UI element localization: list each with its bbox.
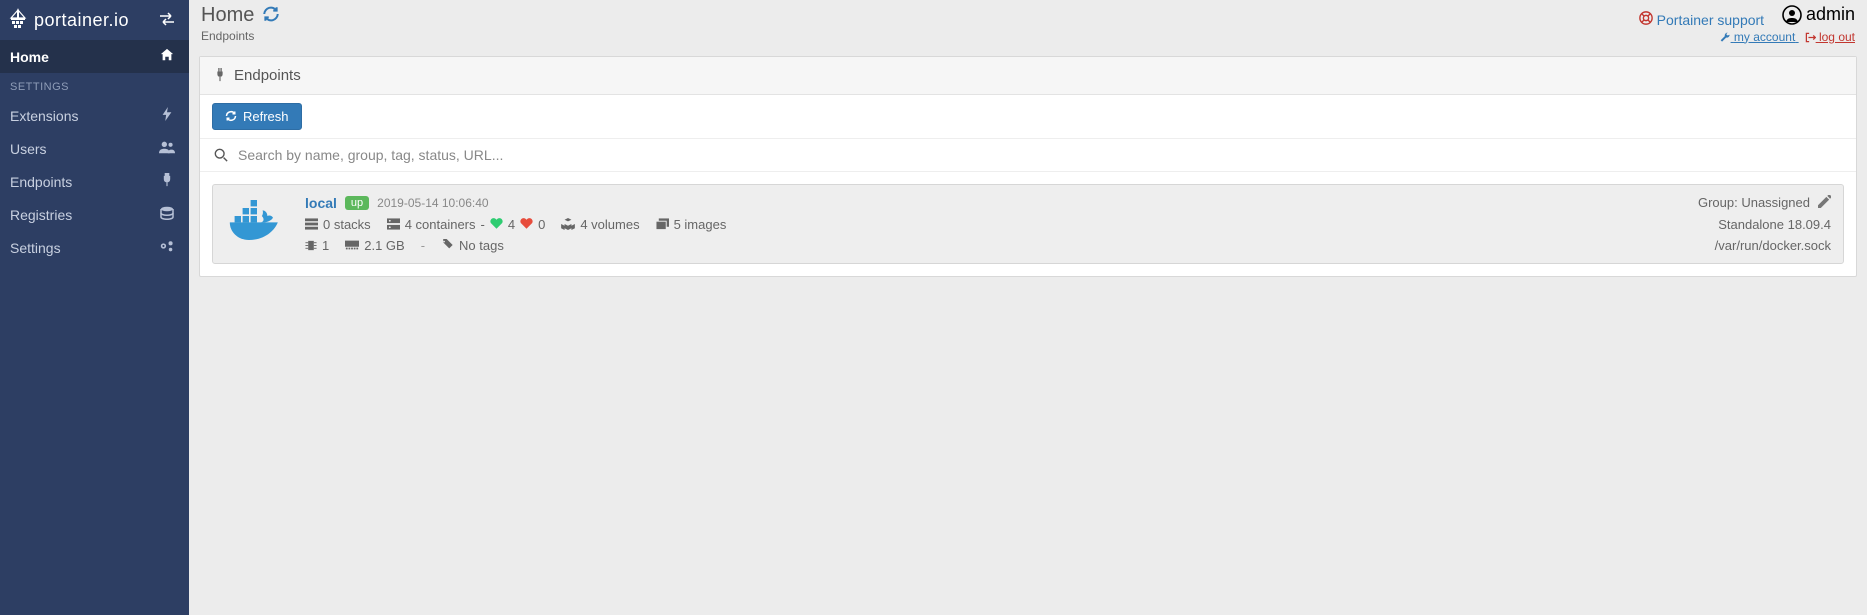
endpoint-name: local [305, 195, 337, 211]
main: Home Endpoints Portainer support admin [189, 0, 1867, 615]
endpoint-socket: /var/run/docker.sock [1698, 238, 1831, 253]
nav-settings[interactable]: Settings [0, 231, 189, 264]
sidebar-header: portainer.io [0, 0, 189, 40]
plug-icon [214, 68, 226, 82]
database-icon [159, 206, 175, 223]
panel-title: Endpoints [234, 67, 301, 84]
endpoint-item[interactable]: local up 2019-05-14 10:06:40 0 stacks 4 … [212, 184, 1844, 264]
endpoint-body: local up 2019-05-14 10:06:40 0 stacks 4 … [305, 195, 1682, 253]
nav-users[interactable]: Users [0, 132, 189, 165]
wrench-icon [1720, 32, 1731, 43]
support-link[interactable]: Portainer support [1639, 12, 1768, 28]
plug-icon [159, 173, 175, 190]
healthy-count: 4 [508, 217, 515, 232]
ram-stat: 2.1 GB [345, 238, 404, 253]
nav-section-settings: SETTINGS [0, 73, 189, 99]
endpoints-panel: Endpoints Refresh [199, 56, 1857, 277]
users-icon [159, 140, 175, 157]
cubes-icon [561, 218, 575, 230]
page-subtitle: Endpoints [201, 29, 1639, 43]
portainer-logo-icon [8, 7, 32, 33]
bolt-icon [159, 107, 175, 124]
status-badge: up [345, 196, 369, 210]
nav-endpoints[interactable]: Endpoints [0, 165, 189, 198]
logout-link[interactable]: log out [1805, 30, 1855, 44]
lifebuoy-icon [1639, 11, 1653, 25]
stacks-stat: 0 stacks [305, 217, 371, 232]
panel-toolbar: Refresh [200, 95, 1856, 139]
home-icon [159, 48, 175, 65]
topbar: Home Endpoints Portainer support admin [199, 0, 1857, 50]
nav-label: Registries [10, 207, 72, 223]
refresh-icon[interactable] [262, 5, 280, 26]
topbar-right: Portainer support admin my account log o… [1639, 4, 1855, 44]
tags-stat: No tags [441, 238, 504, 253]
search-input[interactable] [238, 147, 1842, 163]
cpu-stat: 1 [305, 238, 329, 253]
nav-label: Home [10, 49, 49, 65]
endpoint-group: Group: Unassigned [1698, 195, 1810, 210]
sign-out-icon [1805, 32, 1816, 43]
user-circle-icon [1782, 5, 1802, 25]
nav-home[interactable]: Home [0, 40, 189, 73]
microchip-icon [305, 239, 317, 252]
nav-extensions[interactable]: Extensions [0, 99, 189, 132]
logo-text: portainer.io [34, 10, 129, 31]
nav-label: Users [10, 141, 47, 157]
docker-icon [225, 195, 289, 253]
refresh-icon [225, 110, 237, 122]
search-row [200, 139, 1856, 172]
topbar-left: Home Endpoints [201, 4, 1639, 43]
images-stat: 5 images [656, 217, 727, 232]
refresh-button-label: Refresh [243, 109, 289, 124]
page-title: Home [201, 4, 254, 27]
unhealthy-count: 0 [538, 217, 545, 232]
my-account-link[interactable]: my account [1720, 30, 1799, 44]
server-icon [387, 218, 400, 230]
support-text: Portainer support [1657, 12, 1764, 28]
endpoint-right: Group: Unassigned Standalone 18.09.4 /va… [1698, 195, 1831, 253]
account-links: my account log out [1639, 30, 1855, 44]
user-name: admin [1806, 4, 1855, 25]
clone-icon [656, 218, 669, 230]
logo[interactable]: portainer.io [8, 7, 129, 33]
containers-stat: 4 containers - 4 0 [387, 217, 546, 232]
nav-registries[interactable]: Registries [0, 198, 189, 231]
cogs-icon [159, 239, 175, 256]
tags-icon [441, 239, 454, 251]
search-icon [214, 148, 228, 162]
refresh-button[interactable]: Refresh [212, 103, 302, 130]
panel-header: Endpoints [200, 57, 1856, 95]
memory-icon [345, 239, 359, 251]
sidebar-toggle-icon[interactable] [159, 12, 175, 29]
nav-label: Settings [10, 240, 61, 256]
heartbeat-unhealthy-icon [520, 217, 533, 232]
volumes-stat: 4 volumes [561, 217, 639, 232]
endpoint-engine: Standalone 18.09.4 [1698, 217, 1831, 232]
heartbeat-healthy-icon [490, 217, 503, 232]
nav-label: Extensions [10, 108, 78, 124]
user-chip[interactable]: admin [1782, 4, 1855, 25]
nav-label: Endpoints [10, 174, 72, 190]
edit-icon[interactable] [1818, 195, 1831, 211]
sidebar: portainer.io Home SETTINGS Extensions Us… [0, 0, 189, 615]
endpoint-timestamp: 2019-05-14 10:06:40 [377, 196, 488, 210]
stacks-icon [305, 218, 318, 230]
